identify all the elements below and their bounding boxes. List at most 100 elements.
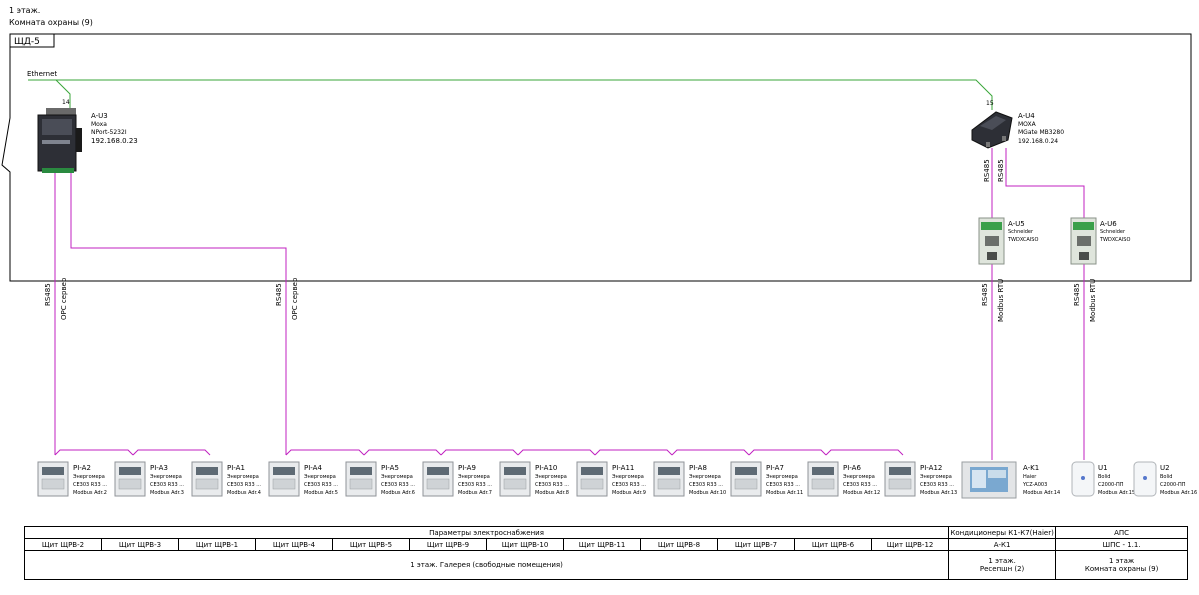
converter-a-u6-model: TWDXCAISO [1099,237,1130,243]
meter-addr: Modbus Adr.7 [458,490,492,496]
fire-module-u2 [1133,461,1157,497]
meter-terminal [272,478,296,490]
panel-frame [1,33,1192,282]
meter-l1: Энергомера [535,474,567,480]
converter-a-u5-make: Schneider [1008,229,1034,235]
legend-fire-panel: ШПС - 1.1. [1055,538,1189,551]
legend-group-power: Параметры электроснабжения [23,526,950,539]
meter-addr: Modbus Adr.9 [612,490,646,496]
legend-panel: Щит ЩРВ-5 [332,538,410,551]
meter-l1: Энергомера [304,474,336,480]
fire-u2-addr: Modbus Adr.16 [1160,490,1197,496]
meter-l1: Энергомера [458,474,490,480]
panel-label: ЩД-5 [14,37,40,47]
legend-panel: Щит ЩРВ-12 [870,538,950,551]
meter-terminal [888,478,912,490]
meter-display [581,467,603,475]
meter-terminal [349,478,373,490]
converter-a-u5 [978,217,1005,265]
meter-id: PI-A12 [920,464,942,472]
meter-l1: Энергомера [843,474,875,480]
meter-id: PI-A6 [843,464,861,472]
legend-panel: Щит ЩРВ-9 [409,538,487,551]
meter-display [42,467,64,475]
gateway-a-u4-make: MOXA [1018,121,1037,128]
meter-id: PI-A10 [535,464,557,472]
meter-pi-a9: PI-A9 Энергомера CE303 R33 ... Modbus Adr.7 [422,461,492,497]
bus-label-rs485-5: RS485 [981,283,989,306]
meter-pi-a5: PI-A5 Энергомера CE303 R33 ... Modbus Adr.6 [345,461,415,497]
meter-l1: Энергомера [920,474,952,480]
meter-addr: Modbus Adr.8 [535,490,569,496]
meter-l2: CE303 R33 ... [766,482,800,488]
meter-terminal [426,478,450,490]
meter-l1: Энергомера [766,474,798,480]
legend-panel: Щит ЩРВ-10 [486,538,564,551]
legend-location-gallery: 1 этаж. Галерея (свободные помещения) [23,550,950,580]
meter-pi-a8: PI-A8 Энергомера CE303 R33 ... Modbus Adr.1… [653,461,726,497]
meter-l2: CE303 R33 ... [689,482,723,488]
legend-location-reception-room: Ресепшн (2) [979,565,1025,573]
meter-pi-a10: PI-A10 Энергомера CE303 R33 ... Modbus Adr.… [499,461,569,497]
meters-group: PI-A2 Энергомера CE303 R33 ... Modbus Adr.2… [37,461,957,497]
legend-location-reception: 1 этаж. Ресепшн (2) [948,550,1057,580]
meter-display [735,467,757,475]
meter-id: PI-A11 [612,464,634,472]
rs485-wiring [54,148,1085,460]
ethernet-label: Ethernet [27,70,57,78]
fire-u2-make: Bolid [1160,474,1172,480]
legend-panel: Щит ЩРВ-1 [178,538,256,551]
bus-label-rs485-6: RS485 [1073,283,1081,306]
gateway-a-u3-id: A-U3 [91,112,108,120]
meter-addr: Modbus Adr.12 [843,490,880,496]
meter-display [119,467,141,475]
meter-pi-a3: PI-A3 Энергомера CE303 R33 ... Modbus Adr.3 [114,461,184,497]
meter-terminal [41,478,65,490]
meter-addr: Modbus Adr.3 [150,490,184,496]
fire-module-u1 [1071,461,1095,497]
ethernet-line [28,79,993,110]
meter-id: PI-A7 [766,464,784,472]
meter-display [350,467,372,475]
meter-l2: CE303 R33 ... [612,482,646,488]
meter-l1: Энергомера [689,474,721,480]
fire-u1-make: Bolid [1098,474,1110,480]
meter-terminal [734,478,758,490]
legend-panel: Щит ЩРВ-7 [717,538,795,551]
meter-display [658,467,680,475]
meter-addr: Modbus Adr.2 [73,490,107,496]
bus-label-modbus-2: Modbus RTU [1089,279,1097,322]
hvac-id: A-K1 [1023,464,1039,472]
legend-group-hvac: Кондиционеры К1-К7(Haier) [948,526,1057,539]
fire-u2-id: U2 [1160,464,1170,472]
meter-l1: Энергомера [73,474,105,480]
meter-addr: Modbus Adr.4 [227,490,261,496]
meter-terminal [503,478,527,490]
legend-panel: Щит ЩРВ-4 [255,538,333,551]
fire-u1-addr: Modbus Adr.15 [1098,490,1135,496]
meter-terminal [580,478,604,490]
meter-display [273,467,295,475]
bus-label-rs485-1: RS485 [44,283,52,306]
meter-terminal [195,478,219,490]
meter-id: PI-A4 [304,464,322,472]
gateway-a-u3-ip: 192.168.0.23 [91,137,138,145]
legend-panel: Щит ЩРВ-2 [24,538,102,551]
meter-l1: Энергомера [150,474,182,480]
fire-u1-model: C2000-ПП [1098,482,1124,488]
meter-terminal [811,478,835,490]
bus-label-rs485-3: RS485 [983,159,991,182]
gateway-a-u3-make: Moxa [91,121,107,128]
legend-location-security-floor: 1 этаж [1109,557,1135,565]
meter-l2: CE303 R33 ... [458,482,492,488]
gateway-a-u3-port: 14 [62,99,70,106]
meter-pi-a11: PI-A11 Энергомера CE303 R33 ... Modbus Adr.… [576,461,646,497]
legend-location-reception-floor: 1 этаж. [988,557,1016,565]
legend-panel: Щит ЩРВ-3 [101,538,179,551]
meter-addr: Modbus Adr.5 [304,490,338,496]
gateway-a-u4-model: MGate MB3280 [1018,129,1064,136]
meter-pi-a12: PI-A12 Энергомера CE303 R33 ... Modbus Adr.… [884,461,957,497]
converter-a-u5-id: A-U5 [1008,220,1025,228]
meter-id: PI-A3 [150,464,168,472]
gateway-a-u3 [37,108,82,173]
